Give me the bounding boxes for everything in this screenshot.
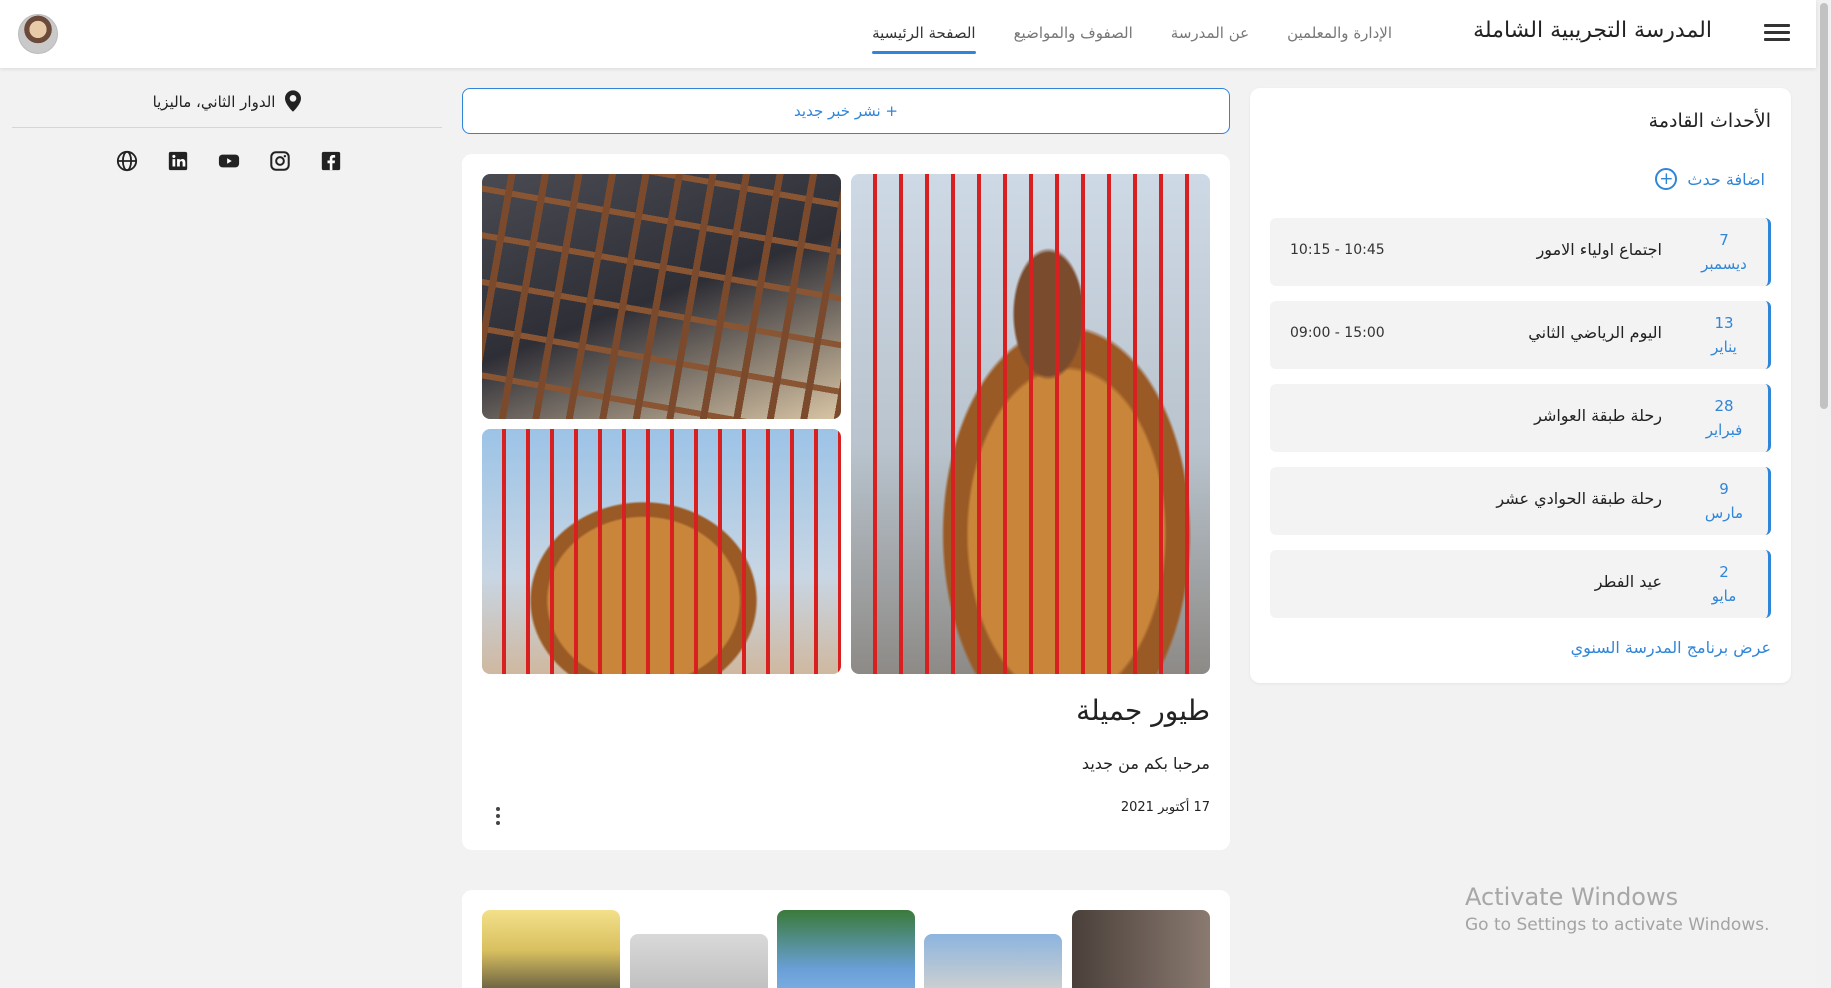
- nav-about-school[interactable]: عن المدرسة: [1171, 24, 1249, 54]
- event-time: 10:15 - 10:45: [1290, 242, 1385, 258]
- event-item[interactable]: 9 مارس رحلة طبقة الحوادي عشر: [1270, 467, 1771, 535]
- add-event-button[interactable]: + اضافة حدث: [1655, 168, 1765, 190]
- page-scrollbar[interactable]: [1816, 0, 1831, 988]
- nav-admin-teachers[interactable]: الإدارة والمعلمين: [1287, 24, 1392, 54]
- event-date: 9 مارس: [1704, 480, 1744, 522]
- location-pin-icon: [285, 90, 302, 112]
- social-links: [116, 150, 342, 172]
- menu-icon[interactable]: [1764, 21, 1790, 45]
- scrollbar-thumb[interactable]: [1820, 3, 1828, 409]
- watermark-subtitle: Go to Settings to activate Windows.: [1465, 915, 1770, 935]
- more-options-icon[interactable]: [492, 804, 504, 828]
- location-text: الدوار الثاني، ماليزيا: [152, 93, 276, 111]
- globe-icon[interactable]: [116, 150, 138, 172]
- watermark-title: Activate Windows: [1465, 883, 1679, 911]
- event-name: رحلة طبقة العواشر: [1534, 406, 1662, 425]
- post-photo-2[interactable]: [482, 174, 841, 419]
- event-date: 28 فبراير: [1705, 397, 1743, 439]
- event-name: رحلة طبقة الحوادي عشر: [1496, 489, 1662, 508]
- event-name: اجتماع اولياء الامور: [1536, 240, 1662, 259]
- event-item[interactable]: 7 ديسمبر اجتماع اولياء الامور 10:15 - 10:…: [1270, 218, 1771, 286]
- event-list: 7 ديسمبر اجتماع اولياء الامور 10:15 - 10:…: [1270, 218, 1771, 633]
- youtube-icon[interactable]: [218, 150, 240, 172]
- school-name[interactable]: المدرسة التجريبية الشاملة: [1473, 18, 1712, 43]
- plus-circle-icon: +: [1655, 168, 1678, 190]
- gallery-thumb[interactable]: [924, 934, 1062, 988]
- facebook-icon[interactable]: [320, 150, 342, 172]
- annual-program-link[interactable]: عرض برنامج المدرسة السنوي: [1571, 638, 1771, 657]
- linkedin-icon[interactable]: [167, 150, 189, 172]
- gallery-thumb[interactable]: [777, 910, 915, 988]
- event-item[interactable]: 2 مايو عيد الفطر: [1270, 550, 1771, 618]
- location-row: الدوار الثاني، ماليزيا: [12, 88, 442, 128]
- main-nav: الصفحة الرئيسية الصفوف والمواضيع عن المد…: [872, 24, 1392, 54]
- top-navbar: المدرسة التجريبية الشاملة الصفحة الرئيسي…: [0, 0, 1816, 68]
- post-body: مرحبا بكم من جديد: [1081, 754, 1210, 773]
- events-title: الأحداث القادمة: [1648, 110, 1771, 132]
- event-date: 7 ديسمبر: [1701, 231, 1747, 273]
- post-title: طيور جميلة: [1076, 694, 1210, 727]
- add-event-label: اضافة حدث: [1687, 169, 1765, 189]
- event-name: عيد الفطر: [1594, 572, 1662, 591]
- nav-home[interactable]: الصفحة الرئيسية: [872, 24, 976, 54]
- post-date: 17 أكتوبر 2021: [1120, 800, 1210, 815]
- gallery-post-card: [462, 890, 1230, 988]
- gallery-thumb[interactable]: [630, 934, 768, 988]
- post-photo-1[interactable]: [851, 174, 1210, 674]
- nav-classes-subjects[interactable]: الصفوف والمواضيع: [1014, 24, 1133, 54]
- event-item[interactable]: 28 فبراير رحلة طبقة العواشر: [1270, 384, 1771, 452]
- event-date: 2 مايو: [1711, 563, 1737, 605]
- post-photo-3[interactable]: [482, 429, 841, 674]
- event-name: اليوم الرياضي الثاني: [1528, 323, 1662, 342]
- event-time: 09:00 - 15:00: [1290, 325, 1385, 341]
- gallery-thumb[interactable]: [1072, 910, 1210, 988]
- upcoming-events-panel: الأحداث القادمة + اضافة حدث 7 ديسمبر اجتم…: [1250, 88, 1791, 683]
- news-post-card: طيور جميلة مرحبا بكم من جديد 17 أكتوبر 2…: [462, 154, 1230, 850]
- post-new-news-button[interactable]: + نشر خبر جديد: [462, 88, 1230, 134]
- windows-activation-watermark: Activate Windows Go to Settings to activ…: [1465, 883, 1770, 935]
- event-item[interactable]: 13 يناير اليوم الرياضي الثاني 09:00 - 15:…: [1270, 301, 1771, 369]
- event-date: 13 يناير: [1711, 314, 1737, 356]
- gallery-thumb[interactable]: [482, 910, 620, 988]
- user-avatar[interactable]: [18, 14, 58, 54]
- instagram-icon[interactable]: [269, 150, 291, 172]
